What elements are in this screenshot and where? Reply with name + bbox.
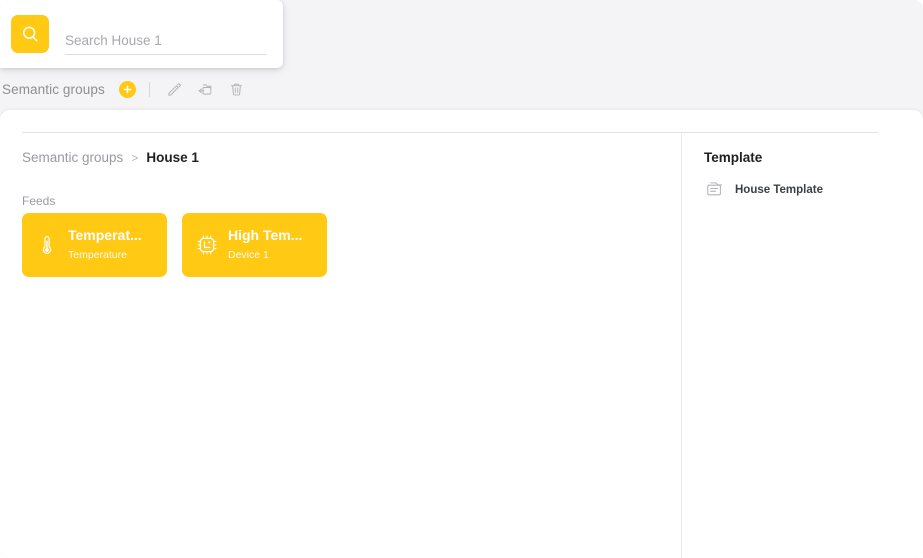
search-panel <box>0 0 283 68</box>
search-button[interactable] <box>11 15 49 53</box>
detail-column: Semantic groups > House 1 Feeds Temperat… <box>0 110 681 558</box>
thermometer-icon <box>34 232 60 258</box>
search-field-wrapper <box>65 32 267 68</box>
template-panel-heading: Template <box>704 150 763 165</box>
breadcrumb: Semantic groups > House 1 <box>22 150 199 165</box>
feed-card-title: High Tem... <box>228 227 303 243</box>
toolbar-title: Semantic groups <box>2 81 105 97</box>
template-document-icon <box>704 180 726 200</box>
edit-button[interactable] <box>162 77 188 101</box>
search-icon <box>20 24 41 45</box>
breadcrumb-current: House 1 <box>146 150 199 165</box>
feed-card-subtitle: Device 1 <box>228 249 269 261</box>
feeds-list: Temperat... Temperature High Tem... Devi… <box>22 213 327 277</box>
template-panel: Template House Template <box>682 110 923 558</box>
search-input[interactable] <box>65 33 267 55</box>
feed-card[interactable]: High Tem... Device 1 <box>182 213 327 277</box>
template-item-label: House Template <box>735 184 823 196</box>
breadcrumb-root-link[interactable]: Semantic groups <box>22 150 123 165</box>
feed-card[interactable]: Temperat... Temperature <box>22 213 167 277</box>
plus-icon <box>122 84 133 95</box>
edit-icon <box>166 81 183 98</box>
feed-card-title: Temperat... <box>68 227 142 243</box>
delete-button[interactable] <box>224 77 250 101</box>
move-icon <box>197 81 214 98</box>
toolbar: Semantic groups <box>0 74 923 104</box>
breadcrumb-separator-icon: > <box>131 150 139 165</box>
add-semantic-group-button[interactable] <box>118 80 136 98</box>
app-window: Semantic groups <box>0 0 923 558</box>
feeds-section-label: Feeds <box>22 194 56 208</box>
toolbar-divider <box>148 81 150 97</box>
content-card: Semantic groups > House 1 Feeds Temperat… <box>0 110 923 558</box>
device-chip-icon <box>194 232 220 258</box>
template-list-item[interactable]: House Template <box>704 180 823 200</box>
move-button[interactable] <box>193 77 219 101</box>
feed-card-text: Temperat... Temperature <box>68 227 157 263</box>
feed-card-subtitle: Temperature <box>68 249 127 261</box>
feed-card-text: High Tem... Device 1 <box>228 227 317 263</box>
delete-icon <box>228 81 245 98</box>
